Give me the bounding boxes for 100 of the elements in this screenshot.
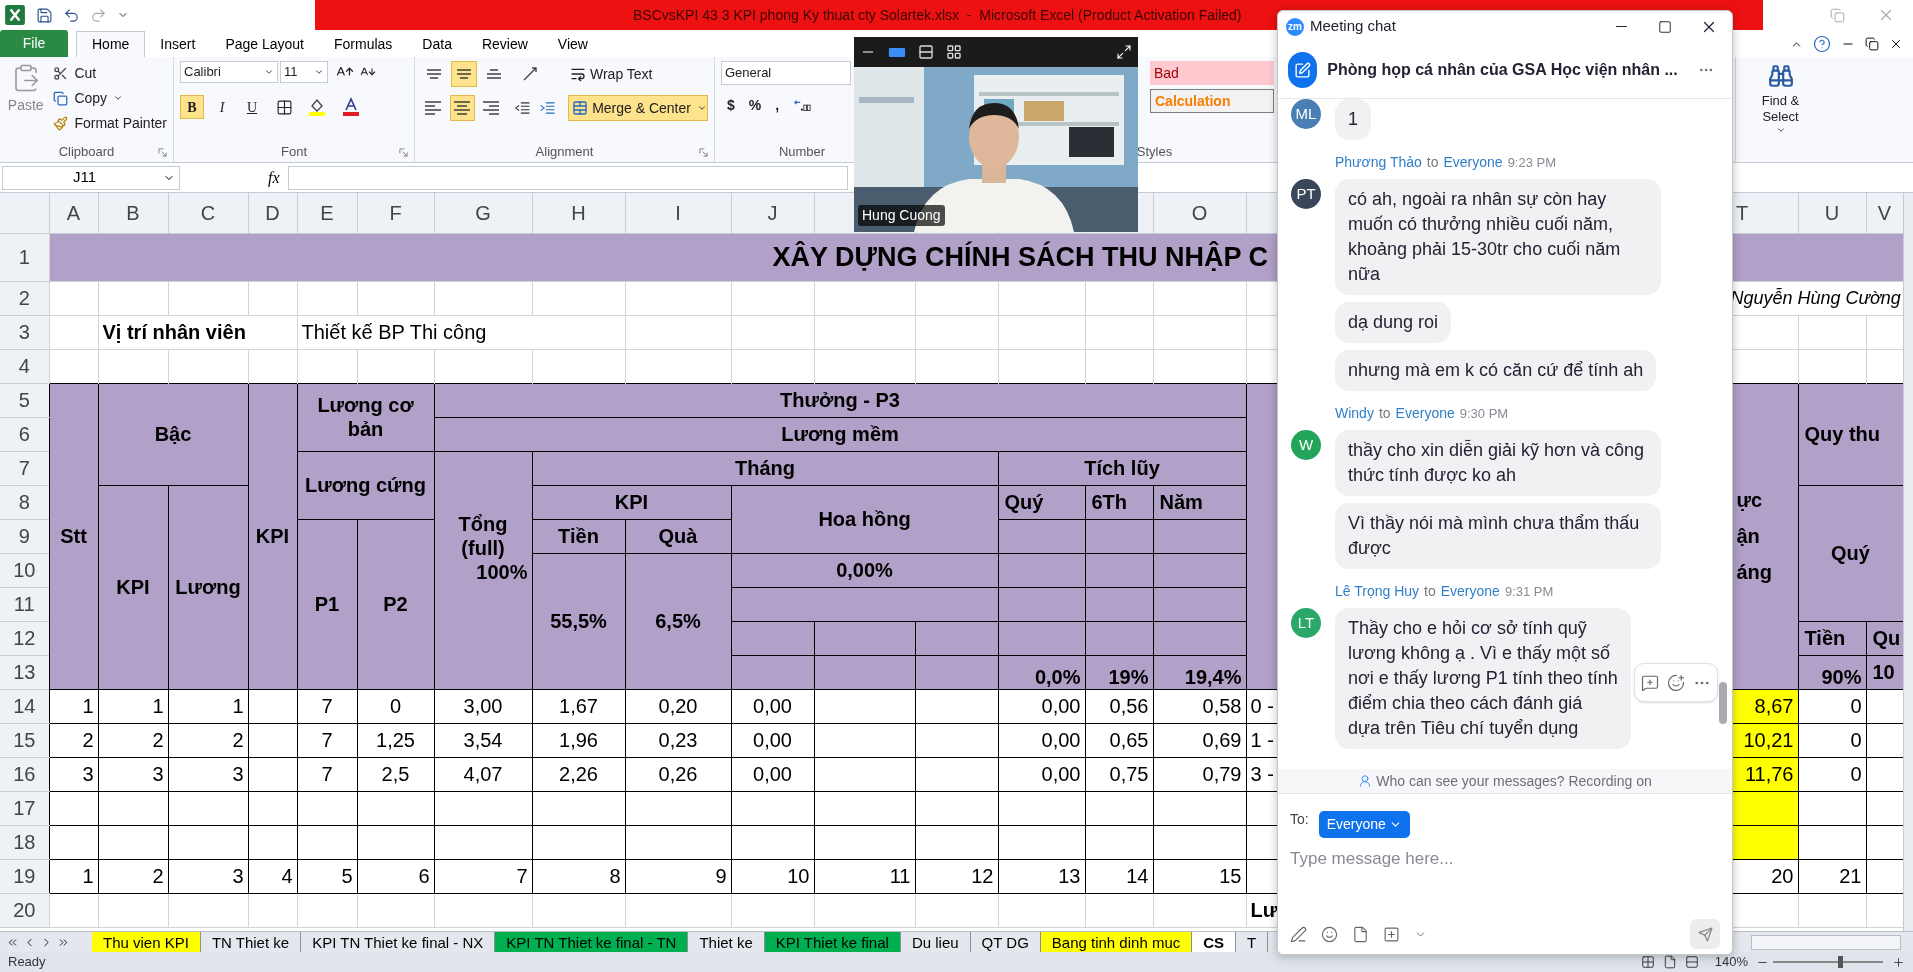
increase-indent-icon[interactable] (538, 99, 557, 117)
font-style-button[interactable]: U (240, 95, 264, 119)
number-format-button[interactable]: , (775, 95, 780, 116)
layout-button[interactable] (918, 44, 934, 60)
align-lines-icon (453, 101, 472, 115)
sender-name[interactable]: Lê Trọng Huy (1335, 581, 1420, 601)
sheet-tab[interactable]: CS (1192, 931, 1237, 953)
emoji-icon[interactable] (1667, 673, 1685, 692)
horizontal-scrollbar[interactable] (1751, 934, 1901, 950)
undo-icon[interactable] (63, 6, 80, 24)
merge-center-button[interactable]: Merge & Center (568, 95, 708, 121)
save-icon[interactable] (36, 6, 53, 24)
dialog-launcher-icon[interactable] (399, 147, 408, 157)
dialog-launcher-icon[interactable] (699, 147, 708, 157)
maximize-icon[interactable] (1658, 19, 1672, 34)
find-select-button[interactable]: Find & Select (1745, 63, 1816, 135)
header-cell: Tiền (1798, 621, 1866, 655)
ribbon-tab[interactable]: Insert (145, 31, 211, 57)
font-color-icon[interactable] (341, 97, 361, 117)
page-break-icon[interactable] (1684, 955, 1699, 969)
format-painter-button[interactable]: Format Painter (53, 112, 167, 134)
ribbon-tab[interactable]: Review (466, 31, 543, 57)
normal-view-icon[interactable] (1640, 955, 1655, 969)
decrease-indent-icon[interactable] (513, 99, 531, 117)
table-cell: 8 (532, 859, 625, 893)
sheet-tab[interactable]: KPI TN Thiet ke final - TN (495, 931, 689, 953)
send-button[interactable] (1690, 919, 1720, 949)
row-header: 18 (0, 825, 49, 859)
table-cell: 3 (168, 757, 248, 791)
recipient-button[interactable]: Everyone (1318, 811, 1410, 838)
app-icon[interactable] (4, 4, 26, 26)
table-cell: 0,00 (731, 689, 814, 723)
layout-button[interactable] (946, 44, 962, 60)
dialog-launcher-icon[interactable] (158, 147, 167, 157)
align-lines-icon (424, 101, 443, 115)
emoji-icon[interactable] (1321, 925, 1338, 943)
table-cell: 0,00 (998, 689, 1085, 723)
file-tab[interactable]: File (0, 30, 68, 57)
format-icon[interactable] (1290, 925, 1307, 943)
help-icon[interactable] (1813, 35, 1831, 53)
page-layout-icon[interactable] (1662, 955, 1677, 969)
zoom-level[interactable]: 140% (1714, 952, 1748, 972)
font-family-select[interactable]: Calibri (180, 61, 278, 83)
number-format-button[interactable]: $ (727, 95, 735, 116)
font-style-button[interactable]: B (180, 95, 204, 119)
sender-name[interactable]: Phương Thảo (1335, 152, 1422, 172)
header-cell: KPI (248, 383, 297, 689)
header-cell: Quý (998, 485, 1085, 519)
header-cell-text: Tổng (full) (457, 511, 509, 560)
wrap-text-button[interactable]: Wrap Text (567, 62, 656, 86)
message-bubble: Vì thầy nói mà mình chưa thẩm thấu được (1335, 503, 1661, 569)
reply-icon[interactable] (1641, 673, 1659, 692)
vertical-scrollbar[interactable] (1903, 193, 1913, 931)
recipient-name[interactable]: Everyone (1440, 581, 1500, 601)
paintbrush-icon (53, 115, 69, 131)
file-icon[interactable] (1352, 925, 1369, 943)
recipient-name[interactable]: Everyone (1443, 152, 1503, 172)
horizontal-align-button[interactable] (449, 95, 475, 121)
name-box[interactable]: J11 (2, 165, 180, 190)
ribbon-tab[interactable]: Data (407, 31, 467, 57)
row-header: 14 (0, 689, 49, 723)
fill-color-icon[interactable] (307, 97, 327, 117)
sheet-tab[interactable]: KPI Thiet ke final (764, 931, 901, 953)
edit-icon (1294, 61, 1312, 79)
header-cell: P1 (297, 519, 357, 689)
cell-style-swatch[interactable]: Bad (1150, 61, 1274, 85)
vertical-align-button[interactable] (451, 61, 477, 87)
table-cell: 1 (168, 689, 248, 723)
header-cell: 0,00% (731, 553, 998, 587)
formula-field[interactable] (287, 165, 848, 190)
ribbon-tab[interactable]: Formulas (319, 31, 408, 57)
recipient-name[interactable]: Everyone (1395, 403, 1455, 423)
table-cell: 9 (625, 859, 731, 893)
ribbon-tab[interactable]: Home (76, 31, 146, 57)
sheet-tab[interactable]: Thu vien KPI (92, 931, 201, 953)
cut-button[interactable]: Cut (53, 62, 167, 84)
scrollbar-thumb[interactable] (1719, 682, 1727, 724)
ribbon-tab[interactable]: View (542, 31, 603, 57)
number-format-select[interactable]: General (721, 61, 851, 85)
number-format-button[interactable]: % (748, 95, 762, 116)
copy-button[interactable]: Copy (53, 87, 167, 109)
sheet-tab[interactable]: Bang tinh dinh muc (1040, 931, 1193, 953)
new-chat-button[interactable] (1288, 52, 1318, 88)
font-style-button[interactable]: I (210, 95, 234, 119)
layout-button[interactable] (888, 45, 906, 59)
row-header: 1 (0, 233, 49, 281)
zoom-in-icon[interactable] (1892, 955, 1905, 969)
close-icon[interactable] (1889, 37, 1903, 51)
expand-icon[interactable] (1116, 44, 1132, 60)
screenshot-icon[interactable] (1383, 925, 1400, 943)
borders-icon[interactable] (276, 98, 293, 116)
ribbon-tab[interactable]: Page Layout (210, 31, 319, 57)
font-size-select[interactable]: 11 (280, 61, 328, 83)
column-header: C (168, 193, 248, 233)
column-header: F (357, 193, 434, 233)
window-title: BSCvsKPI 43 3 KPI phong Ky thuat cty Solartek.xlsx - Microsoft Excel (Product Activation Failed) (633, 5, 1242, 25)
restore-icon[interactable] (1865, 37, 1879, 51)
table-cell: 1,25 (357, 723, 434, 757)
sender-name[interactable]: Windy (1335, 403, 1374, 423)
function-button[interactable]: fx (268, 165, 280, 190)
